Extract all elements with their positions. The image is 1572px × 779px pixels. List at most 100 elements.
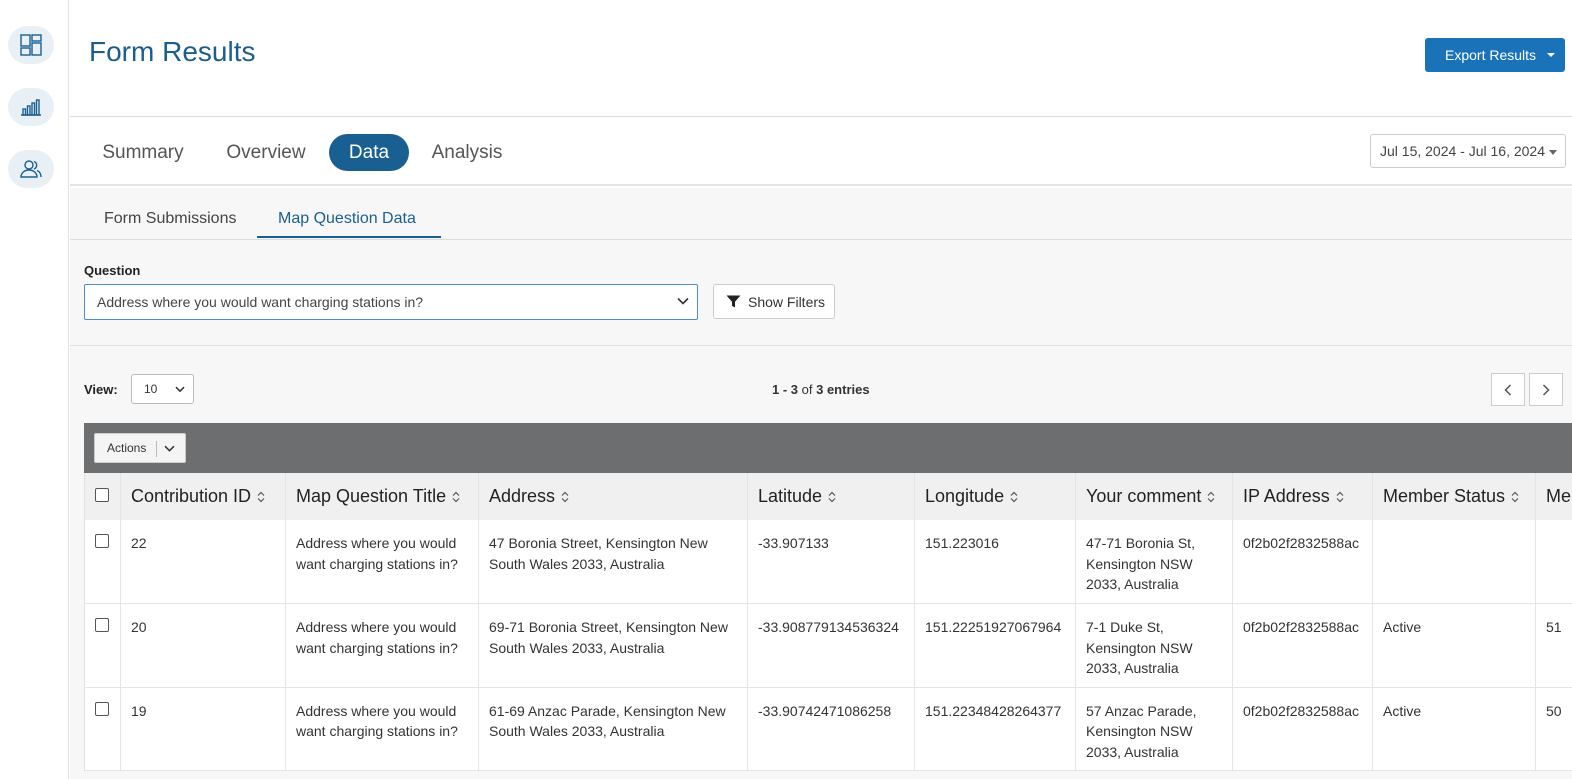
bar-chart-icon[interactable] — [8, 88, 54, 126]
cell-your-comment: 7-1 Duke St, Kensington NSW 2033, Austra… — [1075, 603, 1233, 688]
column-header-contribution-id[interactable]: Contribution ID — [120, 473, 286, 520]
cell-member-status: Active — [1372, 687, 1536, 771]
filter-icon — [726, 295, 741, 308]
sort-icon — [452, 491, 460, 503]
cell-contribution-id: 22 — [120, 520, 286, 604]
question-label: Question — [84, 263, 141, 278]
table-row: 20 Address where you would want charging… — [84, 603, 1572, 688]
cell-latitude: -33.908779134536324 — [747, 603, 915, 688]
cell-contribution-id: 19 — [120, 687, 286, 771]
export-results-label: Export Results — [1445, 47, 1537, 63]
cell-address: 61-69 Anzac Parade, Kensington New South… — [478, 687, 748, 771]
page-header: Form Results Export Results — [70, 0, 1572, 117]
sort-icon — [257, 491, 265, 503]
row-select-cell — [84, 603, 121, 688]
column-header-label: Address — [489, 486, 556, 506]
subtab-map-question-data[interactable]: Map Question Data — [278, 210, 416, 228]
date-range-picker[interactable]: Jul 15, 2024 - Jul 16, 2024 — [1370, 134, 1566, 168]
caret-down-icon — [1547, 53, 1555, 57]
row-checkbox[interactable] — [95, 701, 109, 716]
question-select[interactable]: Address where you would want charging st… — [84, 284, 698, 320]
column-header-longitude[interactable]: Longitude — [914, 473, 1076, 520]
chevron-left-icon — [1504, 383, 1512, 396]
cell-longitude: 151.223016 — [914, 520, 1076, 604]
next-page-button[interactable] — [1529, 373, 1563, 406]
chevron-down-icon — [175, 386, 185, 393]
users-icon[interactable] — [8, 150, 54, 188]
date-range-value: Jul 15, 2024 - Jul 16, 2024 — [1380, 143, 1546, 159]
cell-your-comment: 47-71 Boronia St, Kensington NSW 2033, A… — [1075, 520, 1233, 604]
column-header-label: Map Question Title — [296, 486, 447, 506]
cell-map-question-title: Address where you would want charging st… — [285, 520, 479, 604]
row-checkbox[interactable] — [95, 618, 109, 632]
chevron-down-icon — [677, 297, 689, 305]
tab-data[interactable]: Data — [329, 134, 409, 171]
cell-address: 47 Boronia Street, Kensington New South … — [478, 520, 748, 604]
cell-truncated: 50 — [1535, 687, 1572, 771]
sort-icon — [1207, 491, 1215, 503]
section-divider — [70, 345, 1572, 346]
cell-truncated — [1535, 520, 1572, 604]
table-header-row: Contribution ID Map Question Title Addre… — [84, 473, 1572, 520]
question-select-value: Address where you would want charging st… — [97, 294, 424, 310]
sub-tabs: Form Submissions Map Question Data — [70, 188, 1572, 240]
table-row: 19 Address where you would want charging… — [84, 687, 1572, 771]
page-title: Form Results — [89, 36, 256, 67]
actions-label: Actions — [107, 441, 147, 455]
cell-map-question-title: Address where you would want charging st… — [285, 687, 479, 771]
column-header-your-comment[interactable]: Your comment — [1075, 473, 1233, 520]
main-tabs: Summary Overview Data Analysis Jul 15, 2… — [70, 118, 1572, 186]
column-header-label: Member Status — [1383, 486, 1506, 506]
cell-address: 69-71 Boronia Street, Kensington New Sou… — [478, 603, 748, 688]
cell-longitude: 151.22251927067964 — [914, 603, 1076, 688]
actions-dropdown-button[interactable]: Actions — [94, 433, 186, 463]
cell-contribution-id: 20 — [120, 603, 286, 688]
cell-member-status: Active — [1372, 603, 1536, 688]
column-header-label: Your comment — [1086, 486, 1202, 506]
column-header-map-question-title[interactable]: Map Question Title — [285, 473, 479, 520]
column-header-label: Me — [1546, 486, 1572, 506]
results-table-wrapper: Actions Contribution ID Map Question Tit… — [84, 423, 1572, 779]
page-size-select[interactable]: 10 — [131, 374, 194, 404]
entries-total: 3 entries — [816, 382, 870, 397]
column-header-label: IP Address — [1243, 486, 1330, 506]
row-checkbox[interactable] — [95, 534, 109, 548]
column-header-ip-address[interactable]: IP Address — [1232, 473, 1373, 520]
cell-member-status — [1372, 520, 1536, 604]
view-label: View: — [84, 382, 118, 397]
column-header-label: Latitude — [758, 486, 823, 506]
subtab-form-submissions[interactable]: Form Submissions — [104, 210, 236, 228]
entries-range: 1 - 3 — [772, 382, 799, 397]
cell-truncated: 51 — [1535, 603, 1572, 688]
column-header-label: Longitude — [925, 486, 1005, 506]
previous-page-button[interactable] — [1491, 373, 1525, 406]
cell-ip-address: 0f2b02f2832588ac — [1232, 520, 1373, 604]
caret-down-icon — [1549, 150, 1557, 155]
column-header-truncated[interactable]: Me — [1535, 473, 1572, 520]
column-header-latitude[interactable]: Latitude — [747, 473, 915, 520]
table-row: 22 Address where you would want charging… — [84, 520, 1572, 604]
show-filters-button[interactable]: Show Filters — [713, 284, 835, 319]
chevron-down-icon — [164, 445, 175, 452]
active-subtab-indicator — [257, 236, 441, 238]
page-size-value: 10 — [144, 382, 158, 396]
sort-icon — [828, 491, 836, 503]
table-actions-bar: Actions — [84, 423, 1572, 473]
left-rail — [0, 0, 69, 779]
row-select-cell — [84, 687, 121, 771]
dashboard-icon[interactable] — [8, 26, 54, 64]
entries-count: 1 - 3 of 3 entries — [772, 382, 870, 397]
button-separator — [156, 441, 157, 457]
export-results-button[interactable]: Export Results — [1425, 38, 1565, 72]
cell-map-question-title: Address where you would want charging st… — [285, 603, 479, 688]
column-header-member-status[interactable]: Member Status — [1372, 473, 1536, 520]
sort-icon — [1010, 491, 1018, 503]
column-header-address[interactable]: Address — [478, 473, 748, 520]
tab-overview[interactable]: Overview — [214, 134, 318, 171]
select-all-checkbox[interactable] — [95, 488, 109, 502]
column-header-label: Contribution ID — [131, 486, 252, 506]
select-all-cell — [84, 473, 121, 520]
tab-summary[interactable]: Summary — [90, 134, 196, 171]
cell-longitude: 151.22348428264377 — [914, 687, 1076, 771]
tab-analysis[interactable]: Analysis — [422, 134, 512, 171]
